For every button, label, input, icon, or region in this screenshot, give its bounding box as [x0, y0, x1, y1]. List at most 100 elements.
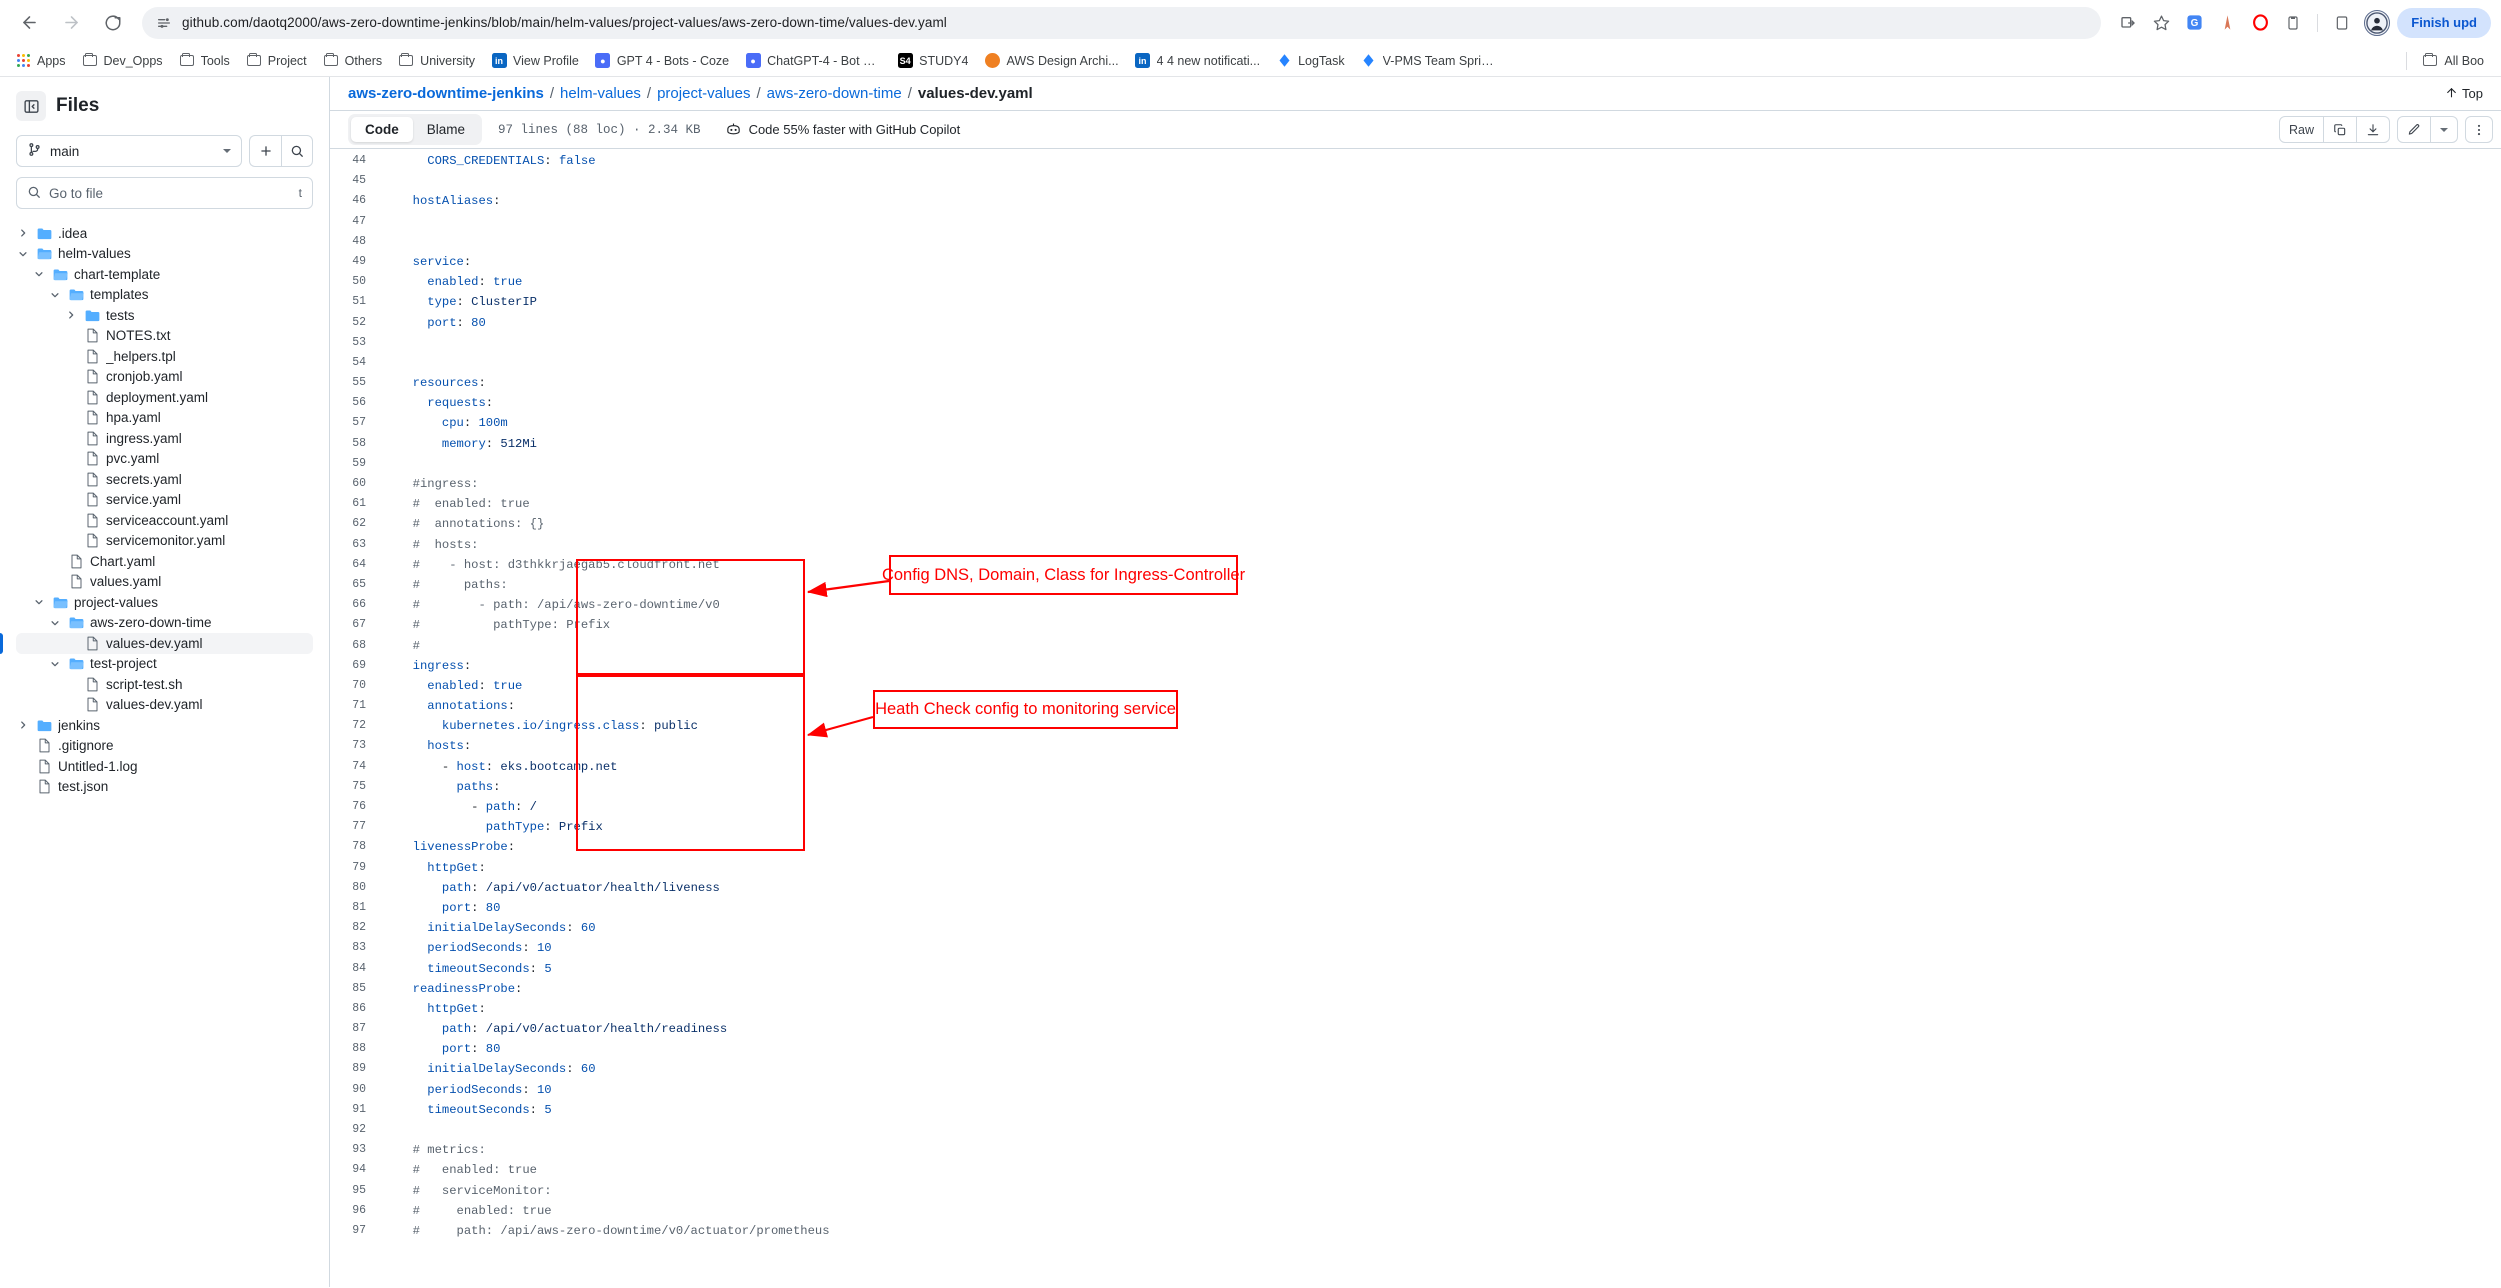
all-bookmarks-button[interactable]: All Boo	[2415, 50, 2491, 72]
chevron-down-icon[interactable]	[16, 249, 30, 259]
bookmark-item[interactable]: in 4 4 new notificati...	[1128, 50, 1268, 72]
line-number[interactable]: 47	[330, 212, 378, 232]
line-number[interactable]: 63	[330, 535, 378, 555]
finish-update-button[interactable]: Finish upd	[2397, 7, 2491, 38]
bookmark-star-icon[interactable]	[2146, 8, 2176, 38]
chevron-down-icon[interactable]	[48, 290, 62, 300]
tree-file-row[interactable]: values.yaml	[16, 572, 313, 593]
line-number[interactable]: 94	[330, 1160, 378, 1180]
breadcrumb-link[interactable]: project-values	[657, 85, 750, 102]
copilot-note[interactable]: Code 55% faster with GitHub Copilot	[725, 120, 960, 140]
line-number[interactable]: 81	[330, 898, 378, 918]
line-number[interactable]: 72	[330, 716, 378, 736]
tree-file-row[interactable]: values-dev.yaml	[0, 633, 313, 654]
chevron-down-icon[interactable]	[48, 659, 62, 669]
pencil-icon[interactable]	[2397, 116, 2431, 143]
tree-file-row[interactable]: cronjob.yaml	[16, 367, 313, 388]
bookmark-item[interactable]: V-PMS Team Sprin...	[1354, 50, 1504, 72]
bookmark-item[interactable]: LogTask	[1269, 50, 1352, 72]
line-number[interactable]: 54	[330, 353, 378, 373]
tree-folder-row[interactable]: .idea	[16, 223, 313, 244]
tree-file-row[interactable]: secrets.yaml	[16, 469, 313, 490]
line-number[interactable]: 85	[330, 979, 378, 999]
install-app-icon[interactable]	[2113, 8, 2143, 38]
line-number[interactable]: 88	[330, 1039, 378, 1059]
tree-folder-row[interactable]: templates	[16, 285, 313, 306]
line-number[interactable]: 59	[330, 454, 378, 474]
tree-folder-row[interactable]: tests	[16, 305, 313, 326]
line-number[interactable]: 73	[330, 736, 378, 756]
forward-icon[interactable]	[52, 4, 90, 42]
line-number[interactable]: 64	[330, 555, 378, 575]
tree-file-row[interactable]: ingress.yaml	[16, 428, 313, 449]
bookmark-item[interactable]: Apps	[8, 50, 73, 72]
copy-icon[interactable]	[2324, 116, 2357, 143]
line-number[interactable]: 62	[330, 514, 378, 534]
chevron-down-icon[interactable]	[48, 618, 62, 628]
bookmark-item[interactable]: S4 STUDY4	[890, 50, 975, 72]
tree-file-row[interactable]: serviceaccount.yaml	[16, 510, 313, 531]
line-number[interactable]: 65	[330, 575, 378, 595]
avatar[interactable]	[2364, 9, 2391, 36]
tree-file-row[interactable]: NOTES.txt	[16, 326, 313, 347]
search-input[interactable]: Go to file t	[16, 177, 313, 209]
address-bar[interactable]: github.com/daotq2000/aws-zero-downtime-j…	[142, 6, 2102, 39]
tree-file-row[interactable]: Chart.yaml	[16, 551, 313, 572]
tree-file-row[interactable]: pvc.yaml	[16, 449, 313, 470]
line-number[interactable]: 71	[330, 696, 378, 716]
back-to-top-link[interactable]: Top	[2445, 86, 2483, 102]
line-number[interactable]: 75	[330, 777, 378, 797]
tree-file-row[interactable]: servicemonitor.yaml	[16, 531, 313, 552]
kebab-icon[interactable]	[2465, 116, 2493, 143]
search-files-button[interactable]	[281, 135, 313, 167]
line-number[interactable]: 77	[330, 817, 378, 837]
bookmark-item[interactable]: AWS Design Archi...	[977, 50, 1125, 72]
bookmark-item[interactable]: Tools	[172, 50, 237, 72]
bookmark-item[interactable]: ● ChatGPT-4 - Bot S...	[738, 50, 888, 72]
line-number[interactable]: 92	[330, 1120, 378, 1140]
line-number[interactable]: 76	[330, 797, 378, 817]
line-number[interactable]: 96	[330, 1201, 378, 1221]
line-number[interactable]: 69	[330, 656, 378, 676]
line-number[interactable]: 55	[330, 373, 378, 393]
line-number[interactable]: 48	[330, 232, 378, 252]
tree-folder-row[interactable]: jenkins	[16, 715, 313, 736]
site-settings-icon[interactable]	[156, 15, 172, 31]
breadcrumb-link[interactable]: aws-zero-downtime-jenkins	[348, 85, 544, 102]
line-number[interactable]: 74	[330, 757, 378, 777]
bookmark-item[interactable]: in View Profile	[484, 50, 586, 72]
line-number[interactable]: 45	[330, 171, 378, 191]
line-number[interactable]: 57	[330, 413, 378, 433]
extension-clipboard-icon[interactable]	[2278, 8, 2308, 38]
tree-folder-row[interactable]: project-values	[16, 592, 313, 613]
line-number[interactable]: 79	[330, 858, 378, 878]
line-number[interactable]: 83	[330, 938, 378, 958]
line-number[interactable]: 58	[330, 434, 378, 454]
chevron-right-icon[interactable]	[16, 720, 30, 730]
line-number[interactable]: 56	[330, 393, 378, 413]
tree-file-row[interactable]: _helpers.tpl	[16, 346, 313, 367]
line-number[interactable]: 95	[330, 1181, 378, 1201]
reload-icon[interactable]	[94, 4, 132, 42]
extensions-puzzle-icon[interactable]	[2327, 8, 2357, 38]
code-view[interactable]: 44 CORS_CREDENTIALS: false 45 46 hostAlia…	[330, 149, 2501, 1287]
line-number[interactable]: 91	[330, 1100, 378, 1120]
chevron-right-icon[interactable]	[16, 228, 30, 238]
line-number[interactable]: 66	[330, 595, 378, 615]
tree-file-row[interactable]: .gitignore	[16, 736, 313, 757]
line-number[interactable]: 49	[330, 252, 378, 272]
bookmark-item[interactable]: Project	[239, 50, 314, 72]
line-number[interactable]: 50	[330, 272, 378, 292]
tree-folder-row[interactable]: helm-values	[16, 244, 313, 265]
download-icon[interactable]	[2357, 116, 2390, 143]
bookmark-item[interactable]: ● GPT 4 - Bots - Coze	[588, 50, 736, 72]
line-number[interactable]: 61	[330, 494, 378, 514]
line-number[interactable]: 89	[330, 1059, 378, 1079]
tree-file-row[interactable]: Untitled-1.log	[16, 756, 313, 777]
line-number[interactable]: 87	[330, 1019, 378, 1039]
chevron-down-icon[interactable]	[2431, 116, 2458, 143]
back-icon[interactable]	[10, 4, 48, 42]
extension-claude-icon[interactable]	[2212, 8, 2242, 38]
raw-button[interactable]: Raw	[2278, 116, 2324, 143]
line-number[interactable]: 44	[330, 151, 378, 171]
